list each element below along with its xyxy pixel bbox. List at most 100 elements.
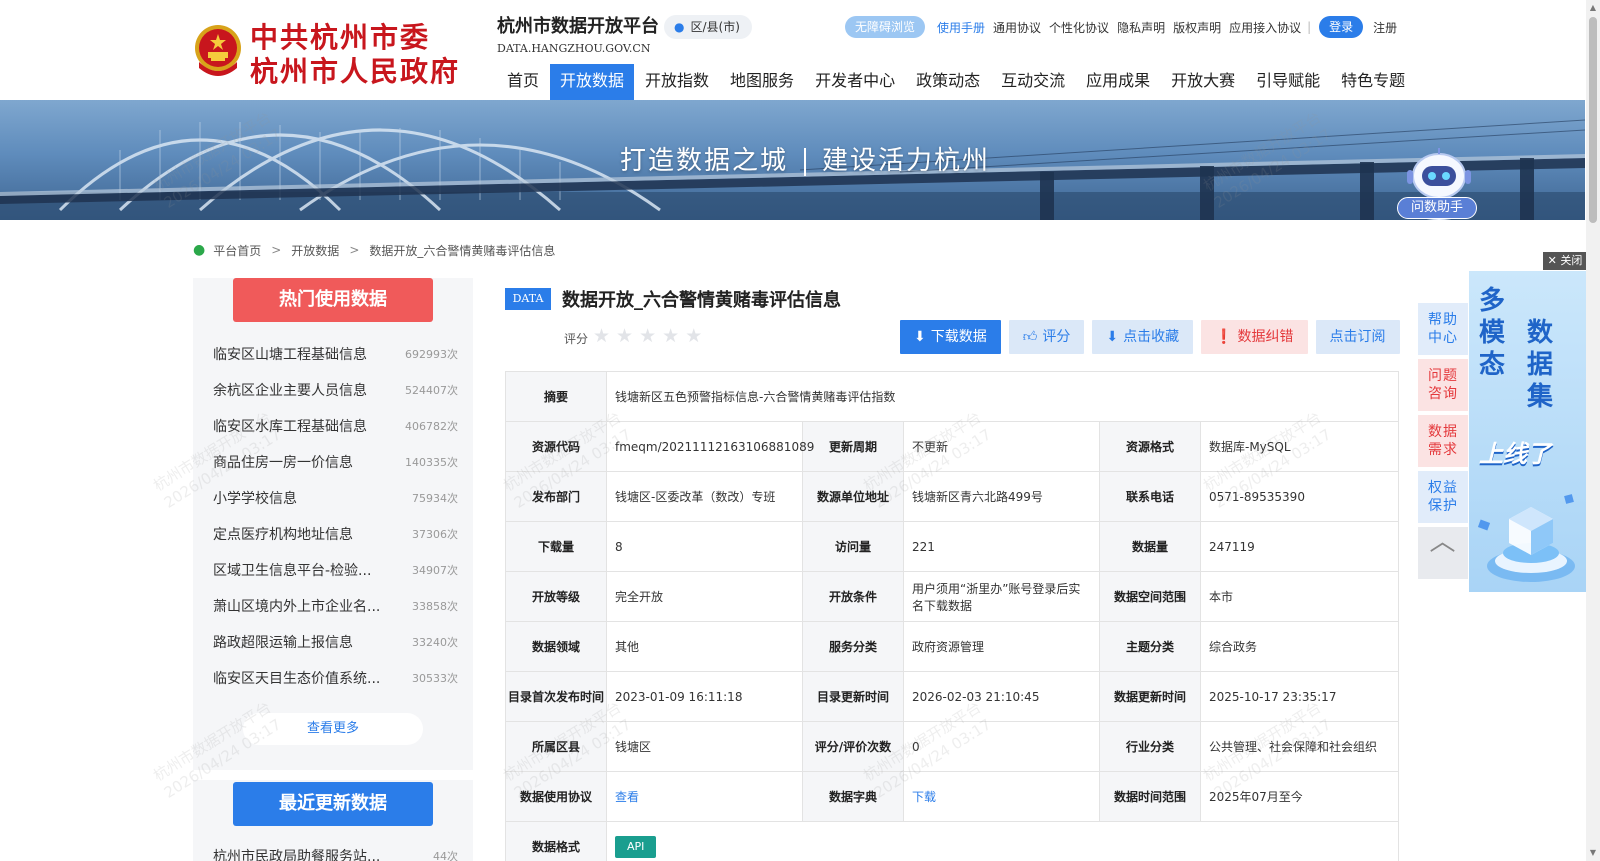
breadcrumb-open-data[interactable]: 开放数据: [291, 242, 339, 259]
rate-button[interactable]: 👍︎ 评分: [1008, 320, 1085, 354]
api-format-tag[interactable]: API: [615, 835, 657, 858]
star-icon[interactable]: ★: [639, 326, 656, 346]
download-dictionary-link[interactable]: 下载: [912, 790, 936, 804]
multimodal-dataset-ad[interactable]: 多模态 数据集 上线了: [1469, 271, 1587, 592]
personal-agreement-link[interactable]: 个性化协议: [1049, 19, 1109, 36]
privacy-link[interactable]: 隐私声明: [1117, 19, 1165, 36]
format-cell: API: [606, 821, 1399, 861]
question-line2: 咨询: [1428, 386, 1458, 402]
page: 中共杭州市委 杭州市人民政府 杭州市数据开放平台 DATA.HANGZHOU.G…: [0, 0, 1600, 861]
field-value: 0: [903, 721, 1100, 772]
field-label: 资源代码: [505, 421, 607, 472]
hot-item-name: 余杭区企业主要人员信息: [213, 383, 367, 399]
list-item[interactable]: 区域卫生信息平台-检验... 34907次: [213, 552, 458, 588]
rights-protection-button[interactable]: 权益 保护: [1418, 471, 1468, 523]
gov-name-line2: 杭州市人民政府: [250, 55, 461, 88]
barrier-free-button[interactable]: 无障碍浏览: [845, 16, 926, 38]
download-data-button[interactable]: ⬇ 下载数据: [900, 320, 1001, 354]
ad-close-button[interactable]: ✕ 关闭: [1543, 252, 1587, 270]
nav-developer-center[interactable]: 开发者中心: [805, 64, 905, 100]
dataset-title: 数据开放_六合警情黄赌毒评估信息: [562, 290, 841, 311]
list-item[interactable]: 路政超限运输上报信息 33240次: [213, 624, 458, 660]
field-label: 下载量: [505, 521, 607, 572]
breadcrumb-home[interactable]: 平台首页: [213, 242, 261, 259]
field-label: 所属区县: [505, 721, 607, 772]
hot-item-name: 萧山区境内外上市企业名...: [213, 599, 381, 615]
field-value: 用户须用“浙里办”账号登录后实名下载数据: [903, 571, 1100, 622]
district-selector[interactable]: ● 区/县(市): [664, 15, 752, 39]
field-label: 主题分类: [1099, 621, 1201, 672]
view-agreement-link[interactable]: 查看: [615, 790, 639, 804]
star-icon[interactable]: ★: [593, 326, 610, 346]
question-line1: 问题: [1428, 368, 1458, 384]
gov-logo[interactable]: 中共杭州市委 杭州市人民政府: [193, 16, 473, 88]
rating-stars[interactable]: ★ ★ ★ ★ ★: [593, 326, 708, 346]
scroll-up-icon[interactable]: ▲: [1589, 3, 1597, 13]
list-item[interactable]: 小学学校信息 75934次: [213, 480, 458, 516]
breadcrumb: ● 平台首页 > 开放数据 > 数据开放_六合警情黄赌毒评估信息: [193, 240, 555, 260]
subscribe-button[interactable]: 点击订阅: [1315, 320, 1400, 354]
nav-special-topics[interactable]: 特色专题: [1331, 64, 1415, 100]
nav-app-results[interactable]: 应用成果: [1076, 64, 1160, 100]
scroll-thumb[interactable]: [1589, 17, 1597, 223]
general-agreement-link[interactable]: 通用协议: [993, 19, 1041, 36]
field-value: 数据库-MySQL: [1200, 421, 1399, 472]
scroll-down-icon[interactable]: ▼: [1589, 848, 1597, 858]
page-scrollbar[interactable]: ▲ ▼: [1586, 0, 1600, 861]
help-center-button[interactable]: 帮助 中心: [1418, 303, 1468, 355]
nav-open-contest[interactable]: 开放大赛: [1161, 64, 1245, 100]
table-row: 数据领域 其他 服务分类 政府资源管理 主题分类 综合政务: [505, 621, 1399, 672]
copyright-link[interactable]: 版权声明: [1173, 19, 1221, 36]
report-error-button[interactable]: ❗ 数据纠错: [1201, 320, 1308, 354]
app-access-agreement-link[interactable]: 应用接入协议: [1229, 19, 1301, 36]
nav-map-service[interactable]: 地图服务: [720, 64, 804, 100]
field-value: 0571-89535390: [1200, 471, 1399, 522]
hot-data-list: 临安区山塘工程基础信息 692993次 余杭区企业主要人员信息 524407次 临安…: [213, 336, 458, 696]
help-line1: 帮助: [1428, 312, 1458, 328]
list-item[interactable]: 临安区山塘工程基础信息 692993次: [213, 336, 458, 372]
hot-item-count: 140335次: [405, 456, 458, 469]
user-manual-link[interactable]: 使用手册: [937, 19, 985, 36]
nav-policy-news[interactable]: 政策动态: [906, 64, 990, 100]
field-label: 数据量: [1099, 521, 1201, 572]
nav-open-index[interactable]: 开放指数: [635, 64, 719, 100]
star-icon[interactable]: ★: [685, 326, 702, 346]
list-item[interactable]: 商品住房一房一价信息 140335次: [213, 444, 458, 480]
table-row: 摘要 钱塘新区五色预警指标信息-六合警情黄赌毒评估指数: [505, 371, 1399, 422]
chevron-up-icon: ︿: [1429, 527, 1457, 557]
download-label: 下载数据: [930, 329, 987, 345]
login-button[interactable]: 登录: [1319, 16, 1364, 38]
data-demand-button[interactable]: 数据 需求: [1418, 415, 1468, 467]
list-item[interactable]: 临安区天目生态价值系统... 30533次: [213, 660, 458, 696]
nav-open-data[interactable]: 开放数据: [550, 64, 635, 100]
register-link[interactable]: 注册: [1373, 19, 1397, 36]
favorite-button[interactable]: ⬇ 点击收藏: [1092, 320, 1194, 354]
back-to-top-button[interactable]: ︿: [1418, 527, 1468, 579]
field-label: 发布部门: [505, 471, 607, 522]
nav-interaction[interactable]: 互动交流: [991, 64, 1075, 100]
platform-title[interactable]: 杭州市数据开放平台: [497, 12, 659, 38]
view-more-button[interactable]: 查看更多: [243, 713, 423, 745]
nav-home[interactable]: 首页: [497, 64, 549, 100]
list-item[interactable]: 余杭区企业主要人员信息 524407次: [213, 372, 458, 408]
question-consult-button[interactable]: 问题 咨询: [1418, 359, 1468, 411]
list-item[interactable]: 定点医疗机构地址信息 37306次: [213, 516, 458, 552]
nav-guidance[interactable]: 引导赋能: [1246, 64, 1330, 100]
list-item[interactable]: 临安区水库工程基础信息 406782次: [213, 408, 458, 444]
field-value: 本市: [1200, 571, 1399, 622]
hot-item-count: 75934次: [412, 492, 458, 505]
field-cell: 下载: [903, 771, 1100, 822]
assistant-label[interactable]: 问数助手: [1397, 197, 1477, 219]
field-value: 2025年07月至今: [1200, 771, 1399, 822]
field-value: 钱塘区: [606, 721, 803, 772]
hot-item-count: 33240次: [412, 636, 458, 649]
star-icon[interactable]: ★: [662, 326, 679, 346]
field-label: 数据字典: [802, 771, 904, 822]
field-value: 8: [606, 521, 803, 572]
field-value: 221: [903, 521, 1100, 572]
hot-item-name: 临安区山塘工程基础信息: [213, 347, 367, 363]
list-item[interactable]: 杭州市民政局助餐服务站... 44次: [213, 846, 458, 861]
field-value: 247119: [1200, 521, 1399, 572]
list-item[interactable]: 萧山区境内外上市企业名... 33858次: [213, 588, 458, 624]
star-icon[interactable]: ★: [616, 326, 633, 346]
